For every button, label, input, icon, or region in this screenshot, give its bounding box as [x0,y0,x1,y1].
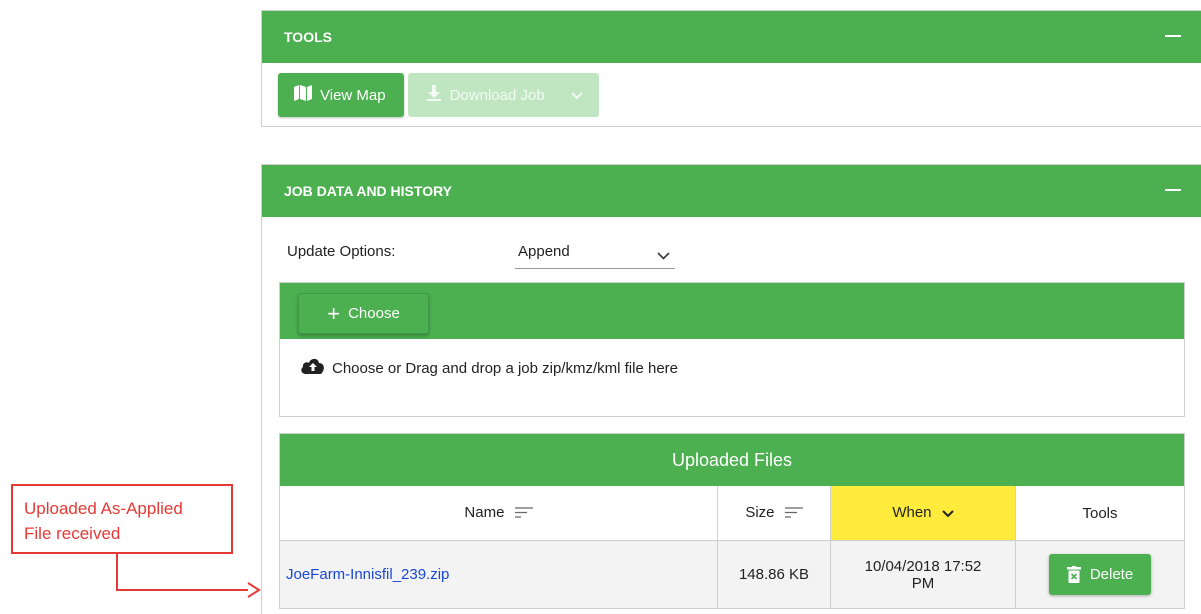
job-panel-title: JOB DATA AND HISTORY [284,183,453,199]
tools-panel: TOOLS View Map Download Job [261,10,1201,127]
update-options-select[interactable]: Append [515,243,675,269]
file-tools: Delete [1015,540,1184,608]
column-name-label: Name [464,504,505,522]
sort-icon[interactable] [514,505,533,522]
tools-toolbar: View Map Download Job [262,63,1201,117]
update-options-label: Update Options: [287,243,396,260]
table-row: JoeFarm-Innisfil_239.zip 148.86 KB 10/04… [280,540,1184,608]
file-when: 10/04/2018 17:52 PM [830,540,1016,608]
job-data-panel: JOB DATA AND HISTORY Update Options: App… [261,164,1201,614]
uploaded-files-grid: Uploaded Files Name Size When Tools JoeF… [279,433,1185,609]
view-map-label: View Map [320,86,386,104]
drop-zone[interactable]: Choose or Drag and drop a job zip/kmz/km… [300,357,678,379]
drop-zone-text: Choose or Drag and drop a job zip/kmz/km… [332,359,678,377]
column-header-name[interactable]: Name [280,486,718,541]
column-size-label: Size [745,504,775,522]
plus-icon: + [327,300,341,326]
trash-icon [1066,566,1081,583]
update-options-value: Append [518,243,570,260]
choose-label: Choose [348,305,400,322]
column-when-label: When [892,504,932,522]
cloud-upload-icon [300,357,326,379]
map-icon [294,85,312,105]
file-size: 148.86 KB [717,540,831,608]
delete-label: Delete [1089,566,1134,583]
choose-button[interactable]: + Choose [298,293,429,334]
download-job-label: Download Job [449,86,545,104]
annotation-arrow [116,554,261,598]
tools-panel-title: TOOLS [284,29,332,45]
chevron-down-icon [657,247,670,264]
column-header-tools: Tools [1015,486,1184,541]
file-when-line2: PM [911,574,935,592]
view-map-button[interactable]: View Map [278,73,404,117]
tools-panel-header[interactable]: TOOLS [262,11,1201,63]
job-panel-header[interactable]: JOB DATA AND HISTORY [262,165,1201,217]
delete-button[interactable]: Delete [1048,554,1152,595]
download-job-button[interactable]: Download Job [407,73,599,117]
download-icon [426,85,442,105]
sort-icon[interactable] [784,505,803,522]
collapse-icon[interactable] [1165,35,1181,37]
file-when-line1: 10/04/2018 17:52 [864,557,982,575]
chevron-down-icon[interactable] [571,87,583,104]
uploaded-files-title: Uploaded Files [280,434,1184,486]
chevron-down-icon[interactable] [941,505,954,522]
column-tools-label: Tools [1082,504,1118,522]
header-row: Name Size When Tools [280,486,1184,541]
collapse-icon[interactable] [1165,189,1181,191]
upload-toolbar: + Choose [280,283,1184,339]
file-name-link[interactable]: JoeFarm-Innisfil_239.zip [280,540,718,608]
column-header-size[interactable]: Size [717,486,831,541]
column-header-when[interactable]: When [830,486,1016,541]
file-upload: + Choose Choose or Drag and drop a job z… [279,282,1185,417]
